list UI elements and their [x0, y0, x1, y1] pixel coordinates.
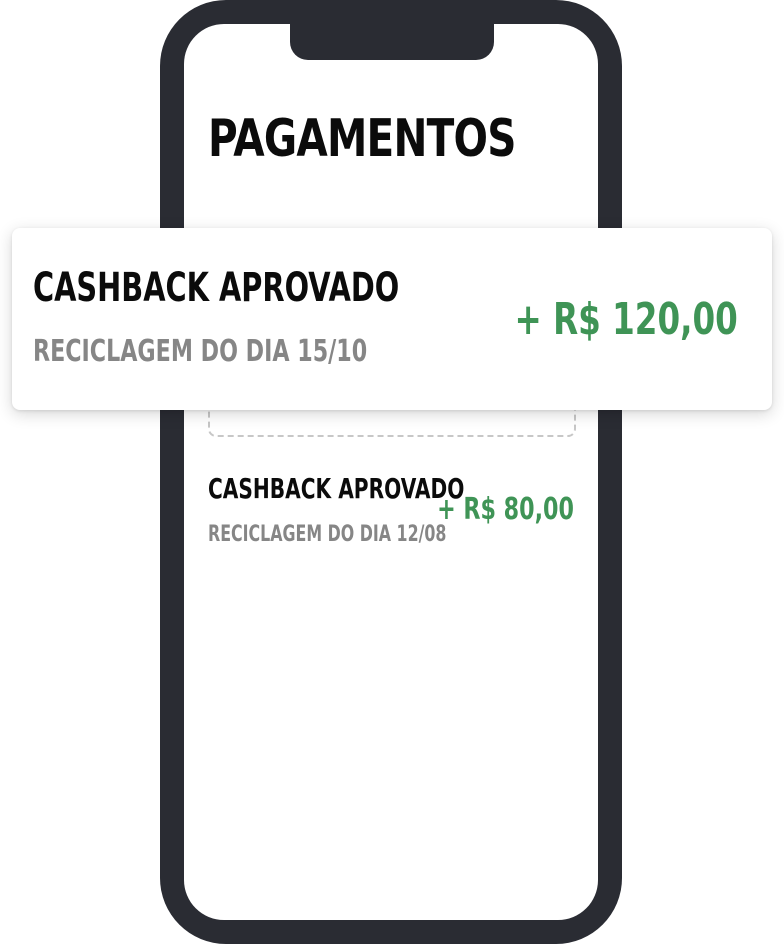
payment-item-amount: + R$ 80,00 [437, 492, 574, 527]
featured-payment-title: CASHBACK APROVADO [33, 265, 400, 311]
featured-payment-amount: + R$ 120,00 [514, 294, 738, 345]
featured-payment-description: RECICLAGEM DO DIA 15/10 [33, 334, 368, 369]
payment-item-description: RECICLAGEM DO DIA 12/08 [208, 522, 447, 547]
stage: PAGAMENTOS CASHBACK APROVADO RECICLAGEM … [0, 0, 784, 944]
payment-item-title: CASHBACK APROVADO [208, 472, 465, 505]
phone-notch [290, 0, 494, 60]
page-title: PAGAMENTOS [208, 109, 516, 169]
